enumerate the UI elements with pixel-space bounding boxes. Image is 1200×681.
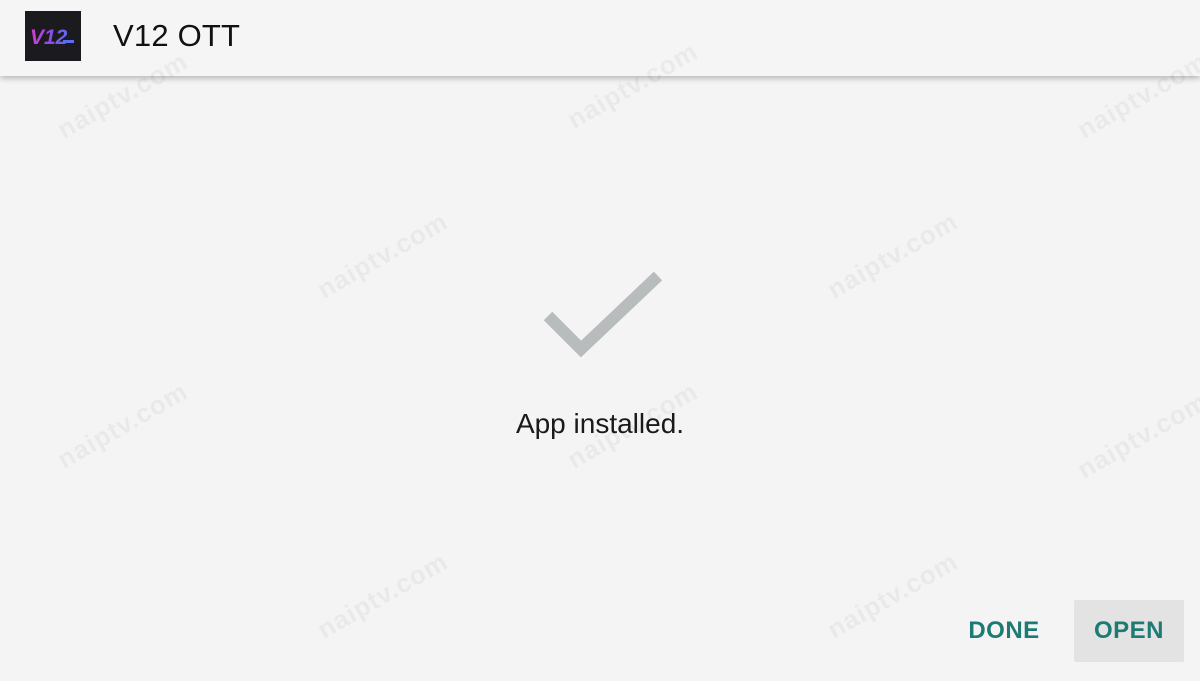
app-icon: V12 (25, 11, 81, 61)
main-content: App installed. DONE OPEN (0, 78, 1200, 681)
check-icon (541, 268, 665, 364)
app-name: V12 OTT (113, 18, 241, 53)
svg-text:V12: V12 (30, 26, 68, 49)
done-button[interactable]: DONE (952, 600, 1056, 662)
install-status-message: App installed. (515, 408, 685, 439)
install-complete-screen: V12 V12 OTT App installed. DONE OPEN nai… (0, 0, 1200, 681)
app-header: V12 V12 OTT (0, 0, 1200, 76)
open-button[interactable]: OPEN (1074, 600, 1184, 662)
v12-logo-icon: V12 (30, 26, 74, 49)
